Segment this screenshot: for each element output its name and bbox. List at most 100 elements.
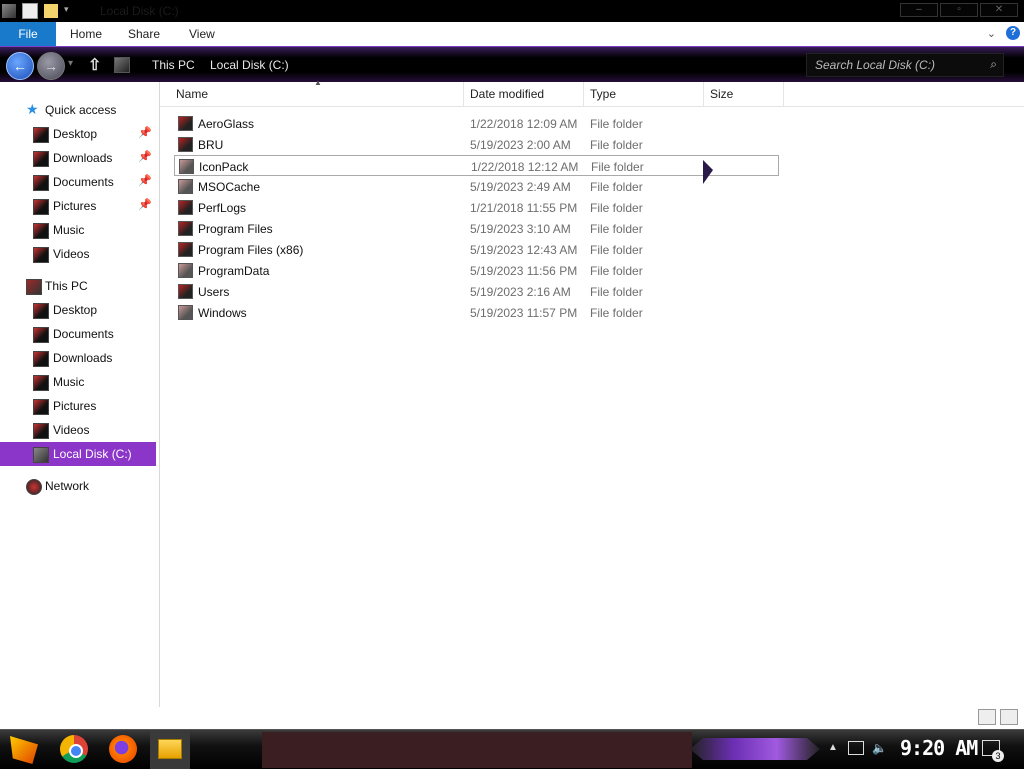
start-button-icon[interactable] <box>10 736 38 764</box>
sidebar-item-pc-videos[interactable]: Videos <box>0 418 156 442</box>
file-name: Windows <box>198 306 247 320</box>
breadcrumb-this-pc[interactable]: This PC <box>152 58 195 72</box>
explorer-app-icon[interactable] <box>2 4 16 18</box>
sidebar-item-label: Downloads <box>53 351 113 365</box>
column-header-date-modified[interactable]: Date modified <box>464 82 584 106</box>
network-status-icon[interactable] <box>848 741 864 755</box>
folder-icon <box>178 200 193 215</box>
table-row[interactable]: AeroGlass 1/22/2018 12:09 AM File folder <box>174 113 779 134</box>
address-bar[interactable]: This PC Local Disk (C:) <box>110 53 790 77</box>
details-view-icon[interactable] <box>978 709 996 725</box>
pin-icon[interactable]: 📌 <box>138 126 152 139</box>
search-placeholder: Search Local Disk (C:) <box>815 58 936 72</box>
sidebar-item-label: Desktop <box>53 303 98 317</box>
close-button[interactable]: ✕ <box>980 3 1018 17</box>
taskbar-decoration <box>690 738 820 760</box>
table-row[interactable]: BRU 5/19/2023 2:00 AM File folder <box>174 134 779 155</box>
sidebar-item-pc-desktop[interactable]: Desktop <box>0 298 156 322</box>
file-type: File folder <box>590 180 643 194</box>
table-row[interactable]: Program Files (x86) 5/19/2023 12:43 AM F… <box>174 239 779 260</box>
network-icon <box>26 479 42 495</box>
firefox-icon[interactable] <box>109 735 137 763</box>
sidebar-item-qa-documents[interactable]: Documents 📌 <box>0 170 156 194</box>
column-label: Size <box>710 87 734 101</box>
show-hidden-icons-chevron-icon[interactable]: ▲ <box>828 742 838 753</box>
file-date: 1/22/2018 12:12 AM <box>471 160 579 174</box>
clock[interactable]: 9:20 AM <box>900 736 978 760</box>
tab-file[interactable]: File <box>0 22 56 46</box>
recent-locations-chevron-icon[interactable]: ▾ <box>68 58 73 69</box>
file-name: IconPack <box>199 160 249 174</box>
large-icons-view-icon[interactable] <box>1000 709 1018 725</box>
folder-icon <box>178 137 193 152</box>
pin-icon[interactable]: 📌 <box>138 174 152 187</box>
volume-muted-icon[interactable]: 🔈 <box>872 741 887 755</box>
tab-view[interactable]: View <box>189 22 215 46</box>
file-name: AeroGlass <box>198 117 255 131</box>
table-row[interactable]: ProgramData 5/19/2023 11:56 PM File fold… <box>174 260 779 281</box>
file-date: 5/19/2023 12:43 AM <box>470 243 578 257</box>
file-date: 5/19/2023 3:10 AM <box>470 222 571 236</box>
table-row[interactable]: Program Files 5/19/2023 3:10 AM File fol… <box>174 218 779 239</box>
sidebar-item-qa-downloads[interactable]: Downloads 📌 <box>0 146 156 170</box>
window-title: Local Disk (C:) <box>100 4 179 18</box>
up-button[interactable]: ⇧ <box>88 55 101 75</box>
sidebar-item-quick-access[interactable]: ★ Quick access <box>0 98 156 122</box>
pin-icon[interactable]: 📌 <box>138 150 152 163</box>
videos-icon <box>33 247 49 263</box>
desktop-icon <box>33 127 49 143</box>
sidebar-item-label: Music <box>53 223 85 237</box>
music-icon <box>33 375 49 391</box>
sidebar-item-this-pc[interactable]: This PC <box>0 274 156 298</box>
file-list: Name Date modified Type Size ▲ AeroGlass… <box>160 78 1024 707</box>
customize-toolbar-chevron-icon[interactable]: ▾ <box>64 4 78 18</box>
sidebar-item-pc-music[interactable]: Music <box>0 370 156 394</box>
tab-home[interactable]: Home <box>70 22 102 46</box>
sidebar-item-label: Downloads <box>53 151 113 165</box>
taskbar: ▲ 🔈 9:20 AM 3 <box>0 729 1024 769</box>
sidebar-item-label: Pictures <box>53 399 97 413</box>
sort-ascending-icon: ▲ <box>314 78 322 87</box>
sidebar-item-pc-documents[interactable]: Documents <box>0 322 156 346</box>
file-name: ProgramData <box>198 264 270 278</box>
file-type: File folder <box>590 201 643 215</box>
ribbon-tabs: File Home Share View ⌄ ? <box>0 22 1024 47</box>
file-date: 5/19/2023 2:49 AM <box>470 180 571 194</box>
table-row[interactable]: PerfLogs 1/21/2018 11:55 PM File folder <box>174 197 779 218</box>
back-button[interactable]: ← <box>6 52 34 80</box>
minimize-button[interactable]: – <box>900 3 938 17</box>
pin-icon[interactable]: 📌 <box>138 198 152 211</box>
breadcrumb-local-disk[interactable]: Local Disk (C:) <box>210 58 289 72</box>
properties-icon[interactable] <box>22 3 38 19</box>
expand-ribbon-chevron-icon[interactable]: ⌄ <box>987 27 996 40</box>
sidebar-item-network[interactable]: Network <box>0 474 156 498</box>
downloads-icon <box>33 151 49 167</box>
maximize-button[interactable]: ▫ <box>940 3 978 17</box>
table-row[interactable]: Users 5/19/2023 2:16 AM File folder <box>174 281 779 302</box>
new-folder-icon[interactable] <box>44 4 58 18</box>
table-row[interactable]: Windows 5/19/2023 11:57 PM File folder <box>174 302 779 323</box>
sidebar-item-label: Music <box>53 375 85 389</box>
help-icon[interactable]: ? <box>1006 26 1020 40</box>
sidebar-item-local-disk[interactable]: Local Disk (C:) <box>0 442 156 466</box>
table-row[interactable]: MSOCache 5/19/2023 2:49 AM File folder <box>174 176 779 197</box>
forward-button[interactable]: → <box>37 52 65 80</box>
window-controls: – ▫ ✕ <box>900 3 1018 17</box>
sidebar-item-qa-music[interactable]: Music <box>0 218 156 242</box>
file-type: File folder <box>590 117 643 131</box>
search-input[interactable]: Search Local Disk (C:) ⌕ <box>806 53 1004 77</box>
tab-share[interactable]: Share <box>128 22 160 46</box>
ribbon-controls: ⌄ ? <box>987 26 1020 40</box>
sidebar-item-qa-videos[interactable]: Videos <box>0 242 156 266</box>
column-header-size[interactable]: Size <box>704 82 784 106</box>
sidebar-item-pc-downloads[interactable]: Downloads <box>0 346 156 370</box>
file-type: File folder <box>590 306 643 320</box>
file-name: Program Files (x86) <box>198 243 304 257</box>
sidebar-item-pc-pictures[interactable]: Pictures <box>0 394 156 418</box>
table-row[interactable]: IconPack 1/22/2018 12:12 AM File folder <box>174 155 779 176</box>
sidebar-item-label: Videos <box>53 423 90 437</box>
sidebar-item-qa-pictures[interactable]: Pictures 📌 <box>0 194 156 218</box>
quick-access-toolbar: ▾ <box>2 3 78 19</box>
column-header-type[interactable]: Type <box>584 82 704 106</box>
sidebar-item-qa-desktop[interactable]: Desktop 📌 <box>0 122 156 146</box>
